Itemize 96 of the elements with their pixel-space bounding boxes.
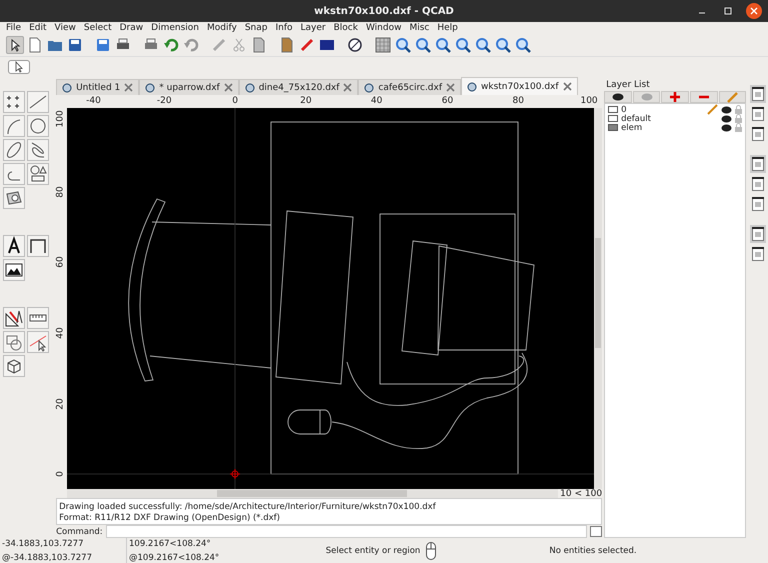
menu-item[interactable]: Layer [296,23,330,33]
shapes-icon[interactable] [27,163,49,185]
save-icon[interactable] [66,36,84,54]
zoom-readout: 10 < 100 [560,488,602,499]
grid-icon[interactable] [374,36,392,54]
menu-item[interactable]: Snap [240,23,272,33]
command-toggle-button[interactable] [590,526,602,537]
eye-icon[interactable] [721,124,732,132]
document-tab[interactable]: wkstn70x100.dxf [461,77,578,95]
polar-readout: 109.2167<108.24° [129,538,212,548]
polyline-icon[interactable] [3,163,25,185]
document-tab[interactable]: dine4_75x120.dxf [238,79,358,95]
layer-name: default [621,114,652,124]
layer-name: 0 [621,104,628,114]
select-button[interactable] [8,60,30,74]
document-tab[interactable]: Untitled 1 [56,79,140,95]
document-tab[interactable]: * uparrow.dxf [139,79,239,95]
spline-icon[interactable] [27,139,49,161]
window-icon[interactable] [750,125,766,143]
pencil-icon [726,91,739,103]
ruler-label: 40 [370,96,382,106]
menu-item[interactable]: Dimension [147,23,203,33]
menu-item[interactable]: View [50,23,80,33]
ruler-label: -40 [86,96,101,106]
ruler-label: 20 [300,96,312,106]
drawing-canvas[interactable] [67,108,594,490]
mouse-icon [426,542,436,560]
panel-title: Layer List [606,80,650,90]
pointer-icon[interactable] [6,36,24,54]
layer-name: elem [621,122,644,132]
pointer-icon [14,61,24,73]
menu-item[interactable]: Edit [25,23,50,33]
layer-row[interactable]: elem [605,123,746,132]
eye-icon [612,93,624,101]
image-icon[interactable] [3,259,25,281]
origin-marker [230,468,241,480]
menu-item[interactable]: Info [271,23,297,33]
menu-item[interactable]: Misc [405,23,434,33]
close-icon[interactable] [224,83,233,92]
polar-readout: @109.2167<108.24° [129,552,220,562]
plus-icon [670,92,680,102]
document-tab[interactable]: cafe65circ.dxf [358,79,462,95]
menu-item[interactable]: Modify [202,23,241,33]
snap-icon[interactable] [27,331,49,353]
ruler-label: 60 [56,256,66,269]
layer-row[interactable]: 0 [605,105,746,114]
menu-item[interactable]: Select [80,23,116,33]
add-layer-button[interactable] [661,91,690,103]
ruler-label: 80 [512,96,524,106]
arc-icon[interactable] [3,115,25,137]
text-icon[interactable] [3,235,25,257]
close-icon[interactable] [446,83,456,92]
ruler-label: -20 [156,96,172,106]
close-icon[interactable] [562,82,572,91]
ruler-label: 0 [56,470,66,480]
menu-item[interactable]: File [2,23,26,33]
menu-item[interactable]: Window [362,23,406,33]
menu-item[interactable]: Help [433,23,462,33]
ruler-label: 0 [232,96,238,106]
eye-icon[interactable] [721,106,732,114]
minus-icon [698,95,709,99]
ruler-label: 100 [580,96,598,106]
coordinate-readout: -34.1883,103.7277 [2,538,84,548]
zoom-in-icon[interactable] [394,36,412,54]
measure-icon[interactable] [27,307,49,329]
vertical-scrollbar[interactable] [594,108,602,490]
show-all-button[interactable] [604,91,632,103]
dimension-icon[interactable] [27,235,49,257]
window-title: wkstn70x100.dxf - QCAD [314,6,454,16]
log-line: Format: R11/R12 DXF Drawing (OpenDesign) (*.dxf) [59,513,281,524]
zoom-out-icon[interactable] [414,36,432,54]
eye-icon [640,93,653,101]
layer-row[interactable]: default [605,114,746,123]
eye-icon[interactable] [721,114,732,122]
command-label: Command: [56,526,103,536]
status-hint: Select entity or region [326,546,420,556]
hatch-icon[interactable] [3,187,25,209]
close-button[interactable] [746,3,762,19]
undo-icon[interactable] [162,36,180,54]
command-field[interactable] [106,525,588,538]
log-line: Drawing loaded successfully: /home/sde/Architecture/Interior/Furniture/wkstn70x100.dxf [59,502,437,513]
close-icon[interactable] [124,83,134,92]
ruler-label: 80 [56,185,66,198]
remove-layer-button[interactable] [690,91,718,103]
menu-item[interactable]: Draw [116,23,148,33]
ruler-label: 20 [56,397,66,410]
close-icon[interactable] [343,83,352,92]
close-icon [750,7,758,15]
menu-item[interactable]: Block [330,23,362,33]
horizontal-scrollbar[interactable] [67,489,558,498]
ruler-label: 60 [442,96,454,106]
maximize-icon [724,7,732,15]
points-icon[interactable] [3,91,25,113]
selection-status: No entities selected. [549,546,637,556]
ruler-label: 40 [56,326,66,340]
coordinate-readout: @-34.1883,103.7277 [2,552,93,562]
